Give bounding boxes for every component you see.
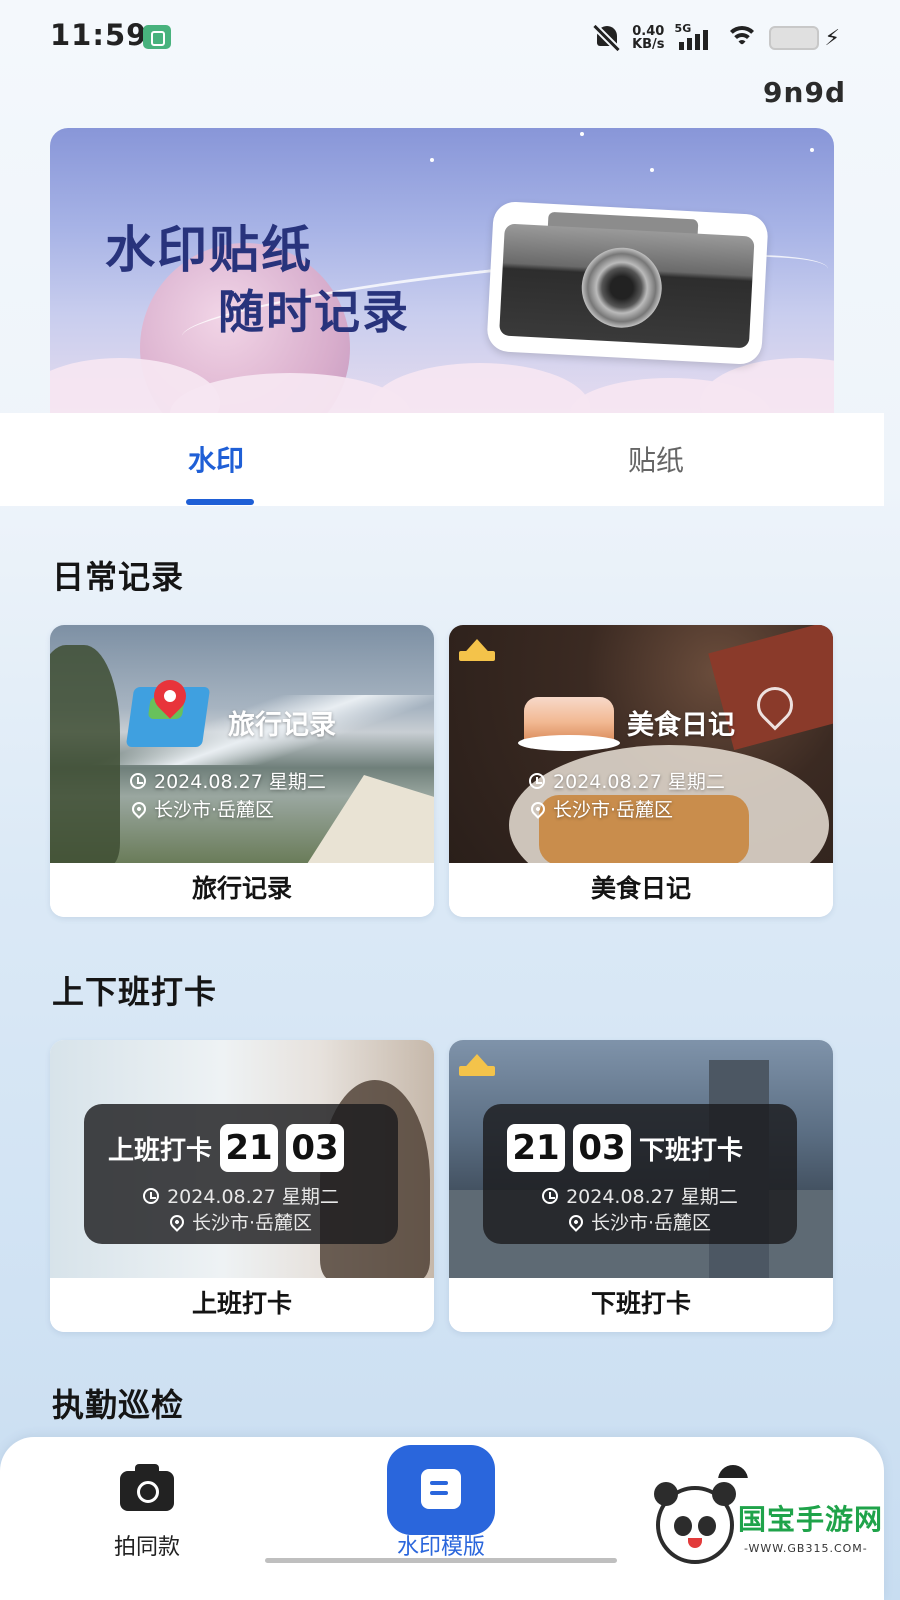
nav-item-watermark-templates[interactable]: 水印模版	[370, 1437, 512, 1560]
brand-text: 9n9d	[763, 76, 846, 109]
section-title-patrol: 执勤巡检	[52, 1386, 185, 1424]
template-card-clock-out[interactable]: 21 03 下班打卡 2024.08.27 星期二 长沙市·岳麓区 下班打卡	[449, 1040, 833, 1332]
overlay-title: 美食日记	[627, 710, 735, 741]
minute-digit: 03	[573, 1124, 631, 1172]
template-card-travel[interactable]: 旅行记录 2024.08.27 星期二 长沙市·岳麓区 旅行记录	[50, 625, 434, 917]
card-preview-image: 21 03 下班打卡 2024.08.27 星期二 长沙市·岳麓区	[449, 1040, 833, 1278]
punch-label: 上班打卡	[108, 1135, 213, 1166]
banner-subtitle: 随时记录	[218, 285, 410, 339]
wifi-icon	[724, 24, 759, 52]
net-speed-unit: KB/s	[632, 37, 665, 52]
site-watermark-logo: 国宝手游网 -WWW.GB315.COM-	[634, 1478, 884, 1590]
card-preview-image: 上班打卡 21 03 2024.08.27 星期二 长沙市·岳麓区	[50, 1040, 434, 1278]
muted-bell-icon	[592, 23, 622, 53]
card-preview-image: 美食日记 2024.08.27 星期二 长沙市·岳麓区	[449, 625, 833, 863]
tab-sticker[interactable]: 贴纸	[628, 439, 684, 479]
premium-crown-icon	[455, 1044, 499, 1078]
hour-digit: 21	[220, 1124, 279, 1172]
charging-icon: ⚡	[824, 25, 840, 51]
cellular-signal-icon: 5G	[674, 22, 715, 52]
app-notification-icon	[143, 25, 171, 49]
nav-item-shoot-same[interactable]: 拍同款	[80, 1437, 214, 1560]
nav-label: 拍同款	[113, 1535, 180, 1560]
overlay-date: 2024.08.27 星期二	[130, 767, 326, 794]
overlay-location: 长沙市·岳麓区	[528, 795, 673, 822]
net-speed: 0.40 KB/s	[632, 25, 664, 51]
clock-in-panel: 上班打卡 21 03 2024.08.27 星期二 长沙市·岳麓区	[84, 1104, 398, 1244]
card-label: 旅行记录	[50, 863, 434, 917]
template-card-clock-in[interactable]: 上班打卡 21 03 2024.08.27 星期二 长沙市·岳麓区 上班打卡	[50, 1040, 434, 1332]
card-preview-image: 旅行记录 2024.08.27 星期二 长沙市·岳麓区	[50, 625, 434, 863]
nav-label: 水印模版	[396, 1535, 485, 1560]
pin-icon	[566, 1211, 586, 1232]
card-label: 美食日记	[449, 863, 833, 917]
active-tab-indicator	[186, 499, 254, 505]
tab-watermark[interactable]: 水印	[188, 439, 244, 479]
pin-icon	[129, 798, 149, 819]
premium-crown-icon	[455, 629, 499, 663]
pin-icon	[528, 798, 548, 819]
punch-label: 下班打卡	[639, 1135, 744, 1166]
panda-logo-icon	[654, 1482, 736, 1564]
tab-bar: 水印 贴纸	[0, 413, 884, 506]
status-time: 11:59	[50, 18, 148, 52]
site-name: 国宝手游网	[738, 1503, 884, 1536]
promo-banner[interactable]: 水印贴纸 随时记录	[50, 128, 834, 413]
section-title-daily: 日常记录	[52, 558, 185, 596]
battery-icon	[768, 26, 819, 50]
pin-icon	[167, 1211, 187, 1232]
status-icons: 0.40 KB/s 5G ⚡	[592, 20, 840, 56]
network-type: 5G	[674, 22, 692, 35]
cake-icon	[518, 697, 620, 751]
clock-icon	[130, 772, 146, 789]
overlay-date: 2024.08.27 星期二	[529, 767, 725, 794]
camera-sticker-image	[486, 200, 769, 366]
overlay-location: 长沙市·岳麓区	[84, 1208, 398, 1235]
card-label: 上班打卡	[50, 1278, 434, 1332]
overlay-date: 2024.08.27 星期二	[483, 1182, 797, 1209]
site-url: -WWW.GB315.COM-	[744, 1542, 868, 1555]
minute-digit: 03	[286, 1124, 345, 1172]
status-bar: 11:59 0.40 KB/s 5G ⚡	[0, 0, 900, 76]
home-indicator	[265, 1558, 617, 1563]
clock-icon	[529, 772, 545, 789]
banner-title: 水印贴纸	[105, 220, 313, 279]
template-card-food[interactable]: 美食日记 2024.08.27 星期二 长沙市·岳麓区 美食日记	[449, 625, 833, 917]
template-icon	[387, 1445, 495, 1535]
overlay-title: 旅行记录	[228, 710, 336, 741]
clock-icon	[542, 1187, 559, 1204]
section-title-commute: 上下班打卡	[52, 973, 218, 1011]
clock-icon	[143, 1187, 160, 1204]
clock-out-panel: 21 03 下班打卡 2024.08.27 星期二 长沙市·岳麓区	[483, 1104, 797, 1244]
overlay-location: 长沙市·岳麓区	[483, 1208, 797, 1235]
camera-icon	[120, 1464, 174, 1511]
hour-digit: 21	[507, 1124, 565, 1172]
overlay-date: 2024.08.27 星期二	[84, 1182, 398, 1209]
overlay-location: 长沙市·岳麓区	[129, 795, 274, 822]
card-label: 下班打卡	[449, 1278, 833, 1332]
